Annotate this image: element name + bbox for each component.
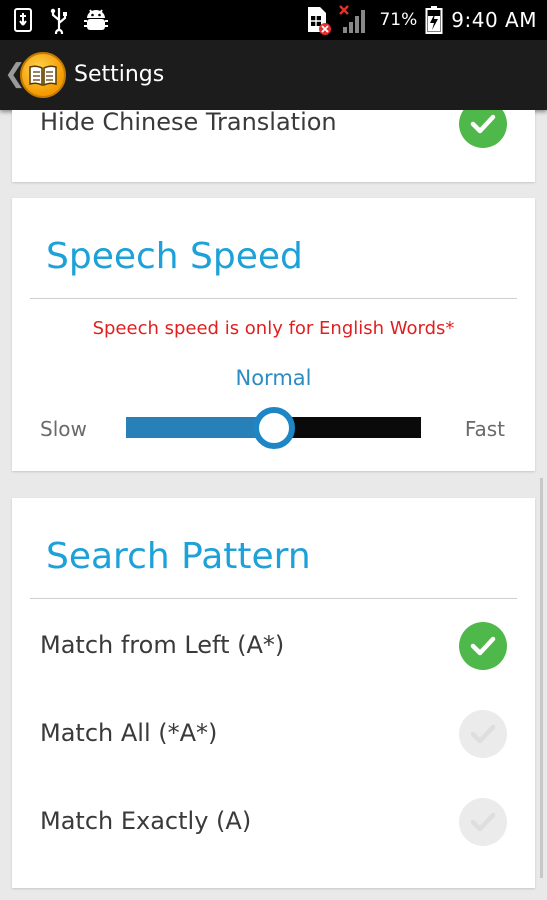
option-checkbox[interactable]: [459, 798, 507, 846]
slider-progress-fill: [126, 417, 274, 438]
fast-label: Fast: [464, 417, 505, 441]
checkmark-icon: [470, 636, 496, 656]
signal-no-service-icon: [339, 5, 366, 33]
scrollbar[interactable]: [540, 478, 543, 878]
app-book-logo-icon: [20, 52, 66, 98]
checkmark-icon: [470, 812, 496, 832]
battery-percent: 71%: [379, 10, 418, 30]
android-debug-icon: [84, 9, 108, 30]
checkmark-icon: [470, 724, 496, 744]
section-divider: [30, 298, 517, 299]
speech-speed-note: Speech speed is only for English Words*: [92, 318, 455, 339]
option-checkbox[interactable]: [459, 622, 507, 670]
speech-speed-title: Speech Speed: [46, 236, 303, 277]
usb-icon: [50, 8, 67, 34]
option-checkbox[interactable]: [459, 710, 507, 758]
status-bar: 71% 9:40 AM: [0, 0, 547, 40]
settings-list[interactable]: Hide Chinese Translation Speech Speed Sp…: [0, 110, 547, 900]
search-pattern-card: Search Pattern Match from Left (A*) Matc…: [12, 498, 535, 888]
slider-thumb[interactable]: [252, 407, 295, 449]
slow-label: Slow: [40, 417, 87, 441]
usb-debugging-icon: [14, 8, 32, 32]
speech-speed-value: Normal: [235, 366, 312, 390]
clock: 9:40 AM: [451, 8, 537, 32]
option-label: Match All (*A*): [40, 719, 218, 747]
option-label: Match Exactly (A): [40, 807, 252, 835]
page-title: Settings: [74, 62, 165, 87]
section-divider: [30, 598, 517, 599]
search-pattern-title: Search Pattern: [46, 536, 311, 577]
speech-speed-card: Speech Speed Speech speed is only for En…: [12, 198, 535, 471]
hide-translation-label: Hide Chinese Translation: [40, 110, 337, 136]
hide-translation-checkbox[interactable]: [459, 110, 507, 148]
sim-card-missing-icon: [308, 7, 332, 35]
hide-translation-card: Hide Chinese Translation: [12, 110, 535, 182]
checkmark-icon: [470, 114, 496, 134]
option-label: Match from Left (A*): [40, 631, 285, 659]
battery-charging-icon: [425, 6, 443, 34]
action-bar: ❮ Settings: [0, 40, 547, 110]
